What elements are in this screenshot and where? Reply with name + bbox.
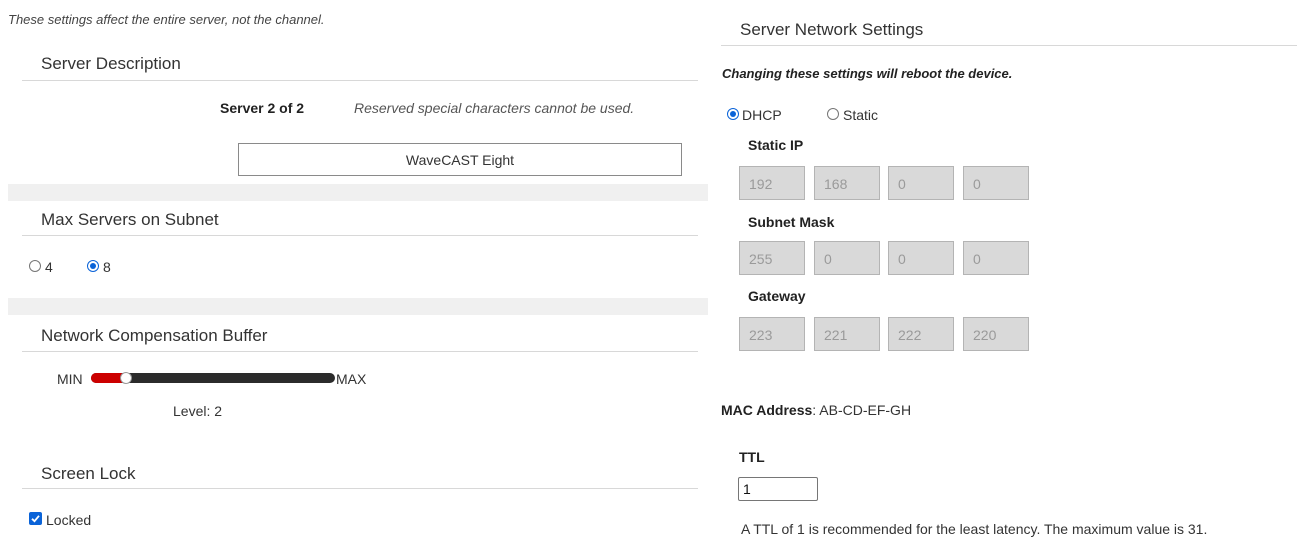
subnet-mask-label: Subnet Mask — [748, 214, 835, 230]
static-ip-octet-4[interactable]: 0 — [963, 166, 1029, 200]
static-ip-octet-1[interactable]: 192 — [739, 166, 805, 200]
gateway-label: Gateway — [748, 288, 806, 304]
buffer-heading: Network Compensation Buffer — [41, 326, 268, 345]
subnet-mask-octet-1[interactable]: 255 — [739, 241, 805, 275]
max-servers-radio-4[interactable] — [29, 260, 41, 272]
reserved-characters-notice: Reserved special characters cannot be us… — [354, 100, 635, 116]
divider — [22, 351, 698, 352]
buffer-level: Level: 2 — [173, 403, 223, 419]
max-servers-label-4: 4 — [45, 259, 53, 275]
divider — [22, 488, 698, 489]
mac-address-value: : AB-CD-EF-GH — [812, 402, 912, 418]
reboot-warning: Changing these settings will reboot the … — [722, 66, 1013, 81]
divider — [22, 235, 698, 236]
checkmark-icon — [31, 515, 40, 523]
slider-min-label: MIN — [57, 371, 83, 387]
gateway-octet-2[interactable]: 221 — [814, 317, 880, 351]
buffer-slider[interactable] — [91, 372, 335, 384]
divider — [22, 80, 698, 81]
static-ip-label: Static IP — [748, 137, 804, 153]
max-servers-radio-8[interactable] — [87, 260, 99, 272]
subnet-mask-octet-2[interactable]: 0 — [814, 241, 880, 275]
network-settings-heading: Server Network Settings — [740, 20, 924, 39]
max-servers-heading: Max Servers on Subnet — [41, 210, 219, 229]
locked-label: Locked — [46, 512, 92, 528]
dhcp-radio[interactable] — [727, 108, 739, 120]
gateway-octet-3[interactable]: 222 — [888, 317, 954, 351]
subnet-mask-octet-3[interactable]: 0 — [888, 241, 954, 275]
scope-note: These settings affect the entire server,… — [8, 12, 325, 27]
section-separator — [8, 184, 708, 201]
mac-address: MAC Address: AB-CD-EF-GH — [721, 402, 911, 418]
gateway-octet-1[interactable]: 223 — [739, 317, 805, 351]
slider-max-label: MAX — [336, 371, 367, 387]
static-radio[interactable] — [827, 108, 839, 120]
max-servers-label-8: 8 — [103, 259, 111, 275]
server-name-input[interactable] — [238, 143, 682, 176]
screen-lock-heading: Screen Lock — [41, 464, 136, 483]
server-description-heading: Server Description — [41, 54, 181, 73]
gateway-octet-4[interactable]: 220 — [963, 317, 1029, 351]
ttl-label: TTL — [739, 449, 765, 465]
ttl-input[interactable] — [738, 477, 818, 501]
section-separator — [8, 298, 708, 315]
divider — [721, 45, 1297, 46]
static-label: Static — [843, 107, 879, 123]
static-ip-octet-3[interactable]: 0 — [888, 166, 954, 200]
subnet-mask-octet-4[interactable]: 0 — [963, 241, 1029, 275]
static-ip-octet-2[interactable]: 168 — [814, 166, 880, 200]
dhcp-label: DHCP — [742, 107, 782, 123]
mac-address-label: MAC Address — [721, 402, 813, 418]
ttl-help-text: A TTL of 1 is recommended for the least … — [741, 521, 1208, 537]
server-count: Server 2 of 2 — [220, 100, 305, 116]
locked-checkbox[interactable] — [29, 512, 42, 525]
